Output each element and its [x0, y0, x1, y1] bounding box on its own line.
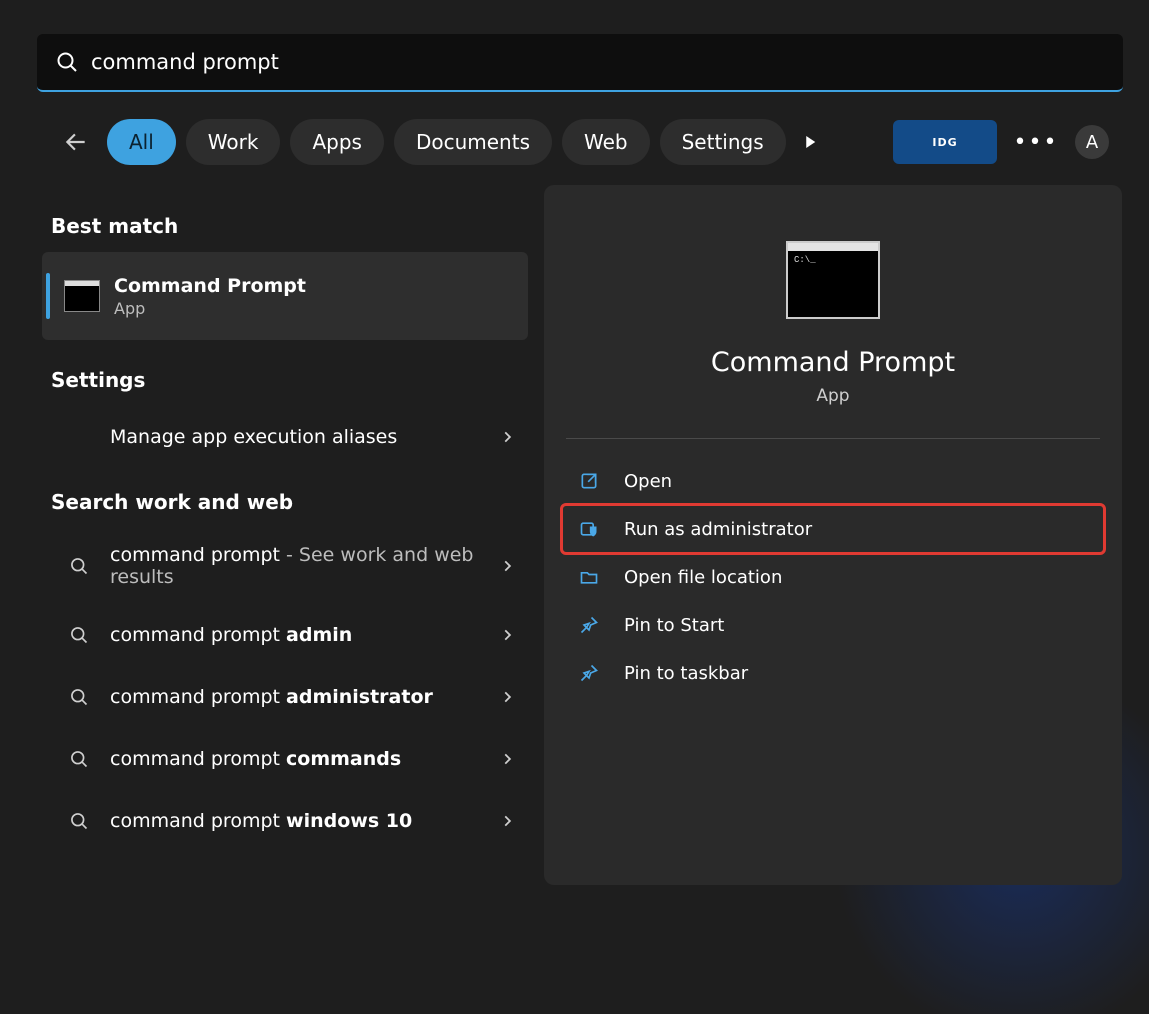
chevron-right-icon — [500, 430, 514, 444]
search-icon — [66, 811, 92, 831]
panel-action-pin-to-start[interactable]: Pin to Start — [562, 601, 1104, 649]
action-label: Run as administrator — [624, 519, 812, 540]
search-box[interactable] — [37, 34, 1123, 92]
suggestion-label: command prompt windows 10 — [110, 810, 500, 832]
tab-apps[interactable]: Apps — [290, 119, 384, 165]
tab-settings[interactable]: Settings — [660, 119, 786, 165]
filter-tab-row: All Work Apps Documents Web Settings Peo… — [59, 119, 1109, 165]
action-label: Open file location — [624, 567, 782, 588]
command-prompt-icon — [64, 280, 100, 312]
search-icon — [66, 687, 92, 707]
settings-item-label: Manage app execution aliases — [110, 426, 500, 448]
suggestion-label: command prompt administrator — [110, 686, 500, 708]
chevron-right-icon — [500, 690, 514, 704]
search-icon — [66, 556, 92, 576]
action-label: Open — [624, 471, 672, 492]
search-icon — [55, 50, 79, 74]
preview-title: Command Prompt — [544, 347, 1122, 378]
open-icon — [576, 468, 602, 494]
avatar-initial: A — [1086, 132, 1098, 153]
panel-action-run-as-administrator[interactable]: Run as administrator — [562, 505, 1104, 553]
search-suggestion[interactable]: command prompt admin — [42, 604, 528, 666]
panel-action-pin-to-taskbar[interactable]: Pin to taskbar — [562, 649, 1104, 697]
search-icon — [66, 625, 92, 645]
search-suggestion[interactable]: command prompt windows 10 — [42, 790, 528, 852]
best-match-header: Best match — [51, 214, 519, 238]
scroll-tabs-right-button[interactable] — [793, 125, 827, 159]
results-column: Best match Command Prompt App Settings M… — [42, 200, 528, 852]
search-suggestion[interactable]: command prompt commands — [42, 728, 528, 790]
tab-work[interactable]: Work — [186, 119, 281, 165]
back-button[interactable] — [59, 125, 93, 159]
search-icon — [66, 749, 92, 769]
best-match-subtitle: App — [114, 299, 306, 318]
search-input[interactable] — [91, 50, 1105, 74]
action-label: Pin to Start — [624, 615, 724, 636]
tab-web[interactable]: Web — [562, 119, 650, 165]
preview-subtitle: App — [544, 386, 1122, 406]
settings-header: Settings — [51, 368, 519, 392]
tab-documents[interactable]: Documents — [394, 119, 552, 165]
divider — [566, 438, 1100, 439]
settings-item-manage-aliases[interactable]: Manage app execution aliases — [42, 406, 528, 468]
folder-icon — [576, 564, 602, 590]
search-suggestion[interactable]: command prompt - See work and web result… — [42, 528, 528, 604]
chevron-right-icon — [500, 559, 514, 573]
chevron-right-icon — [500, 752, 514, 766]
organization-badge[interactable]: IDG — [893, 120, 997, 164]
selection-indicator — [46, 273, 50, 319]
suggestion-label: command prompt commands — [110, 748, 500, 770]
organization-badge-label: IDG — [932, 136, 957, 149]
filter-tabs: All Work Apps Documents Web Settings Peo… — [107, 119, 787, 165]
ellipsis-icon: ••• — [1014, 130, 1059, 155]
pin-icon — [576, 612, 602, 638]
chevron-right-icon — [500, 628, 514, 642]
search-suggestion[interactable]: command prompt administrator — [42, 666, 528, 728]
best-match-result[interactable]: Command Prompt App — [42, 252, 528, 340]
panel-action-open[interactable]: Open — [562, 457, 1104, 505]
preview-panel: Command Prompt App Open Run as administra… — [544, 185, 1122, 885]
tab-all[interactable]: All — [107, 119, 176, 165]
best-match-title: Command Prompt — [114, 275, 306, 297]
pin-icon — [576, 660, 602, 686]
search-work-web-header: Search work and web — [51, 490, 519, 514]
shield-icon — [576, 516, 602, 542]
more-options-button[interactable]: ••• — [1019, 125, 1053, 159]
user-avatar[interactable]: A — [1075, 125, 1109, 159]
suggestion-label: command prompt admin — [110, 624, 500, 646]
suggestion-label: command prompt - See work and web result… — [110, 544, 500, 588]
command-prompt-large-icon — [786, 241, 880, 319]
panel-action-open-file-location[interactable]: Open file location — [562, 553, 1104, 601]
chevron-right-icon — [500, 814, 514, 828]
action-label: Pin to taskbar — [624, 663, 748, 684]
